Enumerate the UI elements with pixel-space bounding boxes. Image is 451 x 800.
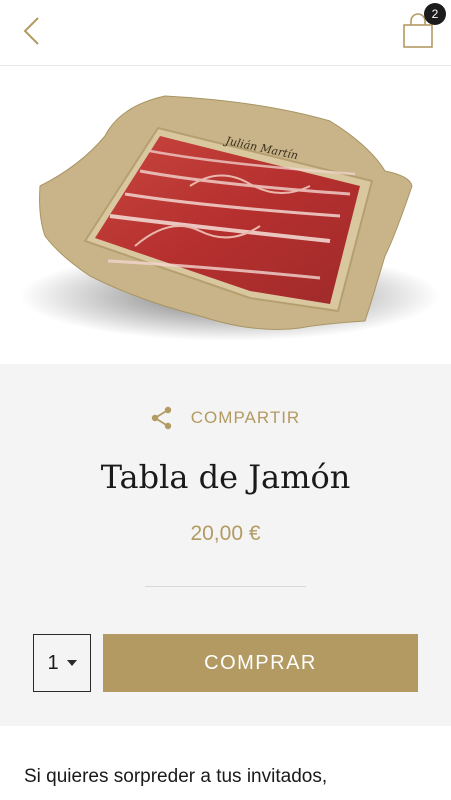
caret-down-icon bbox=[66, 660, 77, 666]
chevron-left-icon bbox=[23, 17, 39, 45]
share-icon bbox=[151, 406, 171, 430]
quantity-select[interactable]: 1 bbox=[33, 634, 91, 692]
product-description: Si quieres sorpreder a tus invitados, bbox=[24, 766, 328, 787]
back-button[interactable] bbox=[18, 14, 48, 48]
share-label: COMPARTIR bbox=[190, 408, 301, 427]
top-bar: 2 bbox=[0, 0, 451, 66]
ham-board-illustration: Julián Martín bbox=[20, 95, 440, 341]
buy-button[interactable]: COMPRAR bbox=[103, 634, 418, 692]
divider bbox=[145, 586, 306, 587]
quantity-value: 1 bbox=[47, 651, 59, 674]
share-button[interactable]: COMPARTIR bbox=[0, 404, 451, 432]
product-title: Tabla de Jamón bbox=[100, 458, 351, 496]
product-image: Julián Martín bbox=[0, 66, 451, 364]
product-price: 20,00 € bbox=[190, 522, 261, 545]
cart-count-badge: 2 bbox=[424, 3, 446, 25]
